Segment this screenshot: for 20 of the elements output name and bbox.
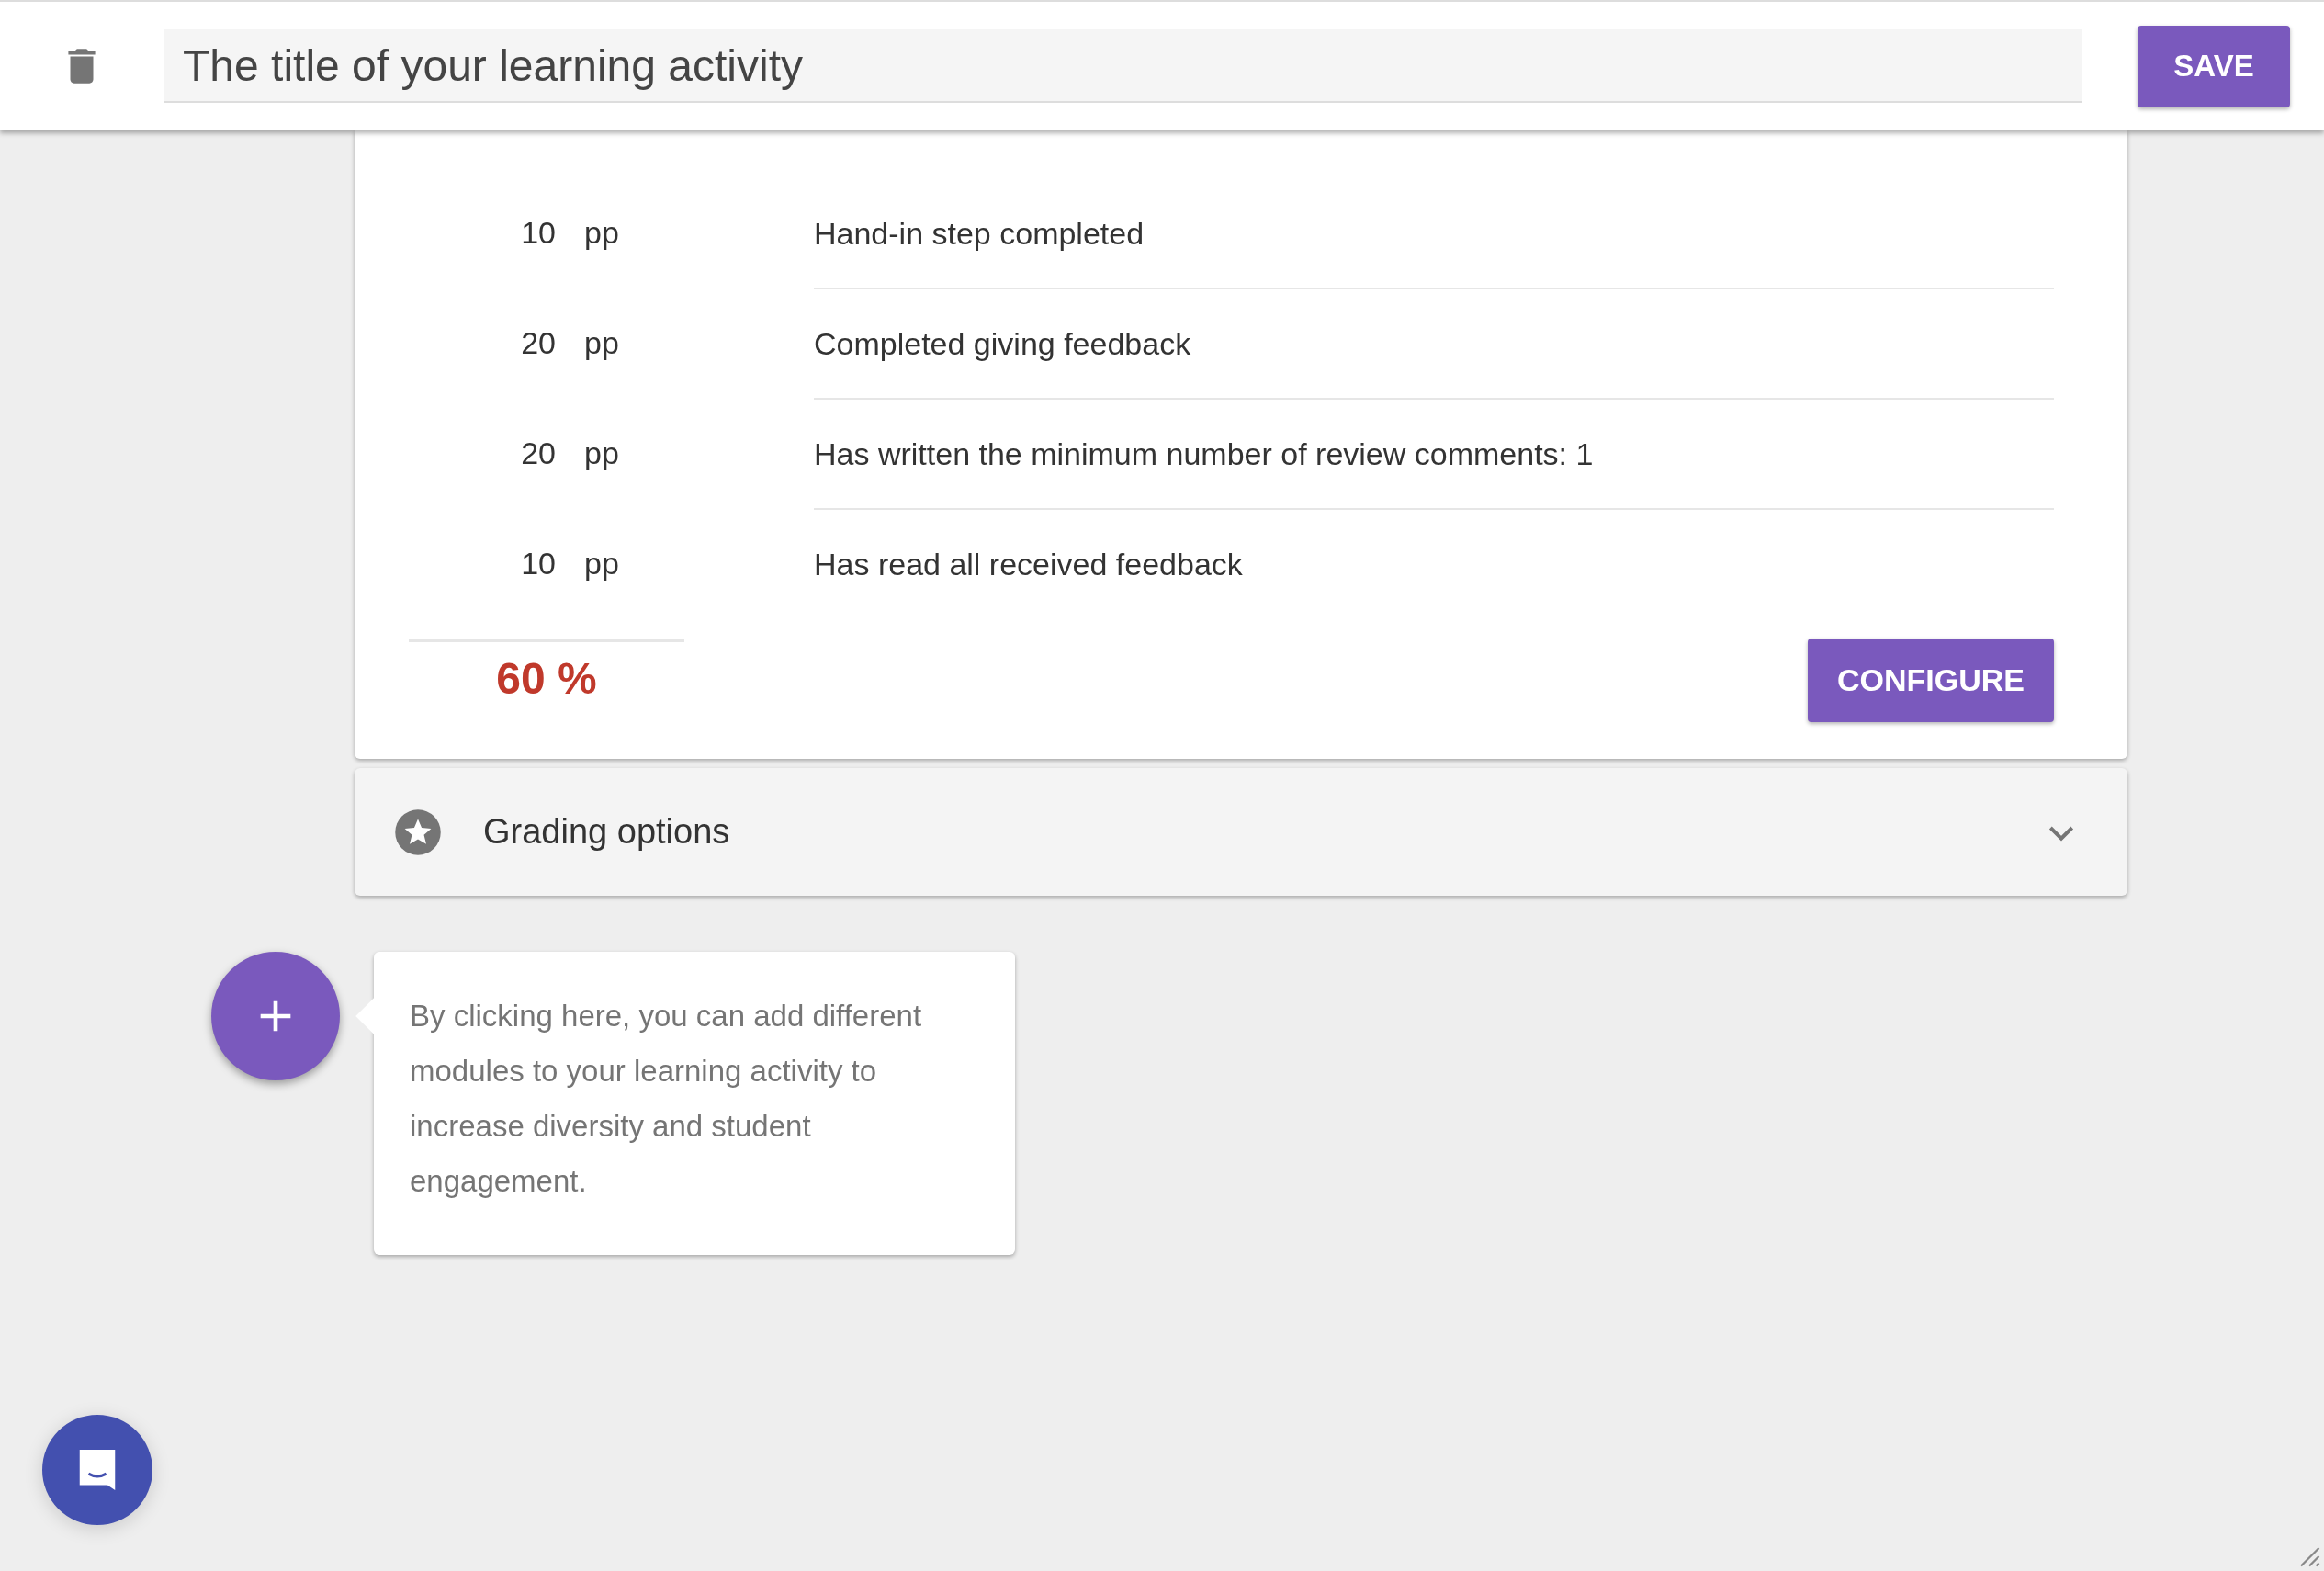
points-value: 10 xyxy=(520,214,556,251)
criterion-text: Completed giving feedback xyxy=(814,325,1191,362)
points-unit: pp xyxy=(584,324,620,361)
criterion-text: Has written the minimum number of review comments: 1 xyxy=(814,435,1594,472)
grading-options-panel[interactable]: Grading options xyxy=(355,768,2127,896)
add-button[interactable] xyxy=(211,952,340,1080)
criterion-text: Has read all received feedback xyxy=(814,546,1243,582)
points-value: 20 xyxy=(520,324,556,361)
points-value: 20 xyxy=(520,435,556,471)
total-percentage: 60 % xyxy=(496,654,597,703)
tooltip-text: By clicking here, you can add different modules to your learning activity to increase diversity and student engagement. xyxy=(410,998,923,1200)
criterion-text: Hand-in step completed xyxy=(814,215,1145,252)
panel-title: Grading options xyxy=(483,812,731,852)
title-field[interactable]: The title of your learning activity xyxy=(164,29,2082,103)
points-unit: pp xyxy=(584,435,620,471)
points-unit: pp xyxy=(584,545,620,582)
points-unit: pp xyxy=(584,214,620,251)
points-value: 10 xyxy=(520,545,556,582)
configure-button[interactable]: CONFIGURE xyxy=(1808,639,2054,722)
save-button[interactable]: SAVE xyxy=(2138,25,2290,107)
